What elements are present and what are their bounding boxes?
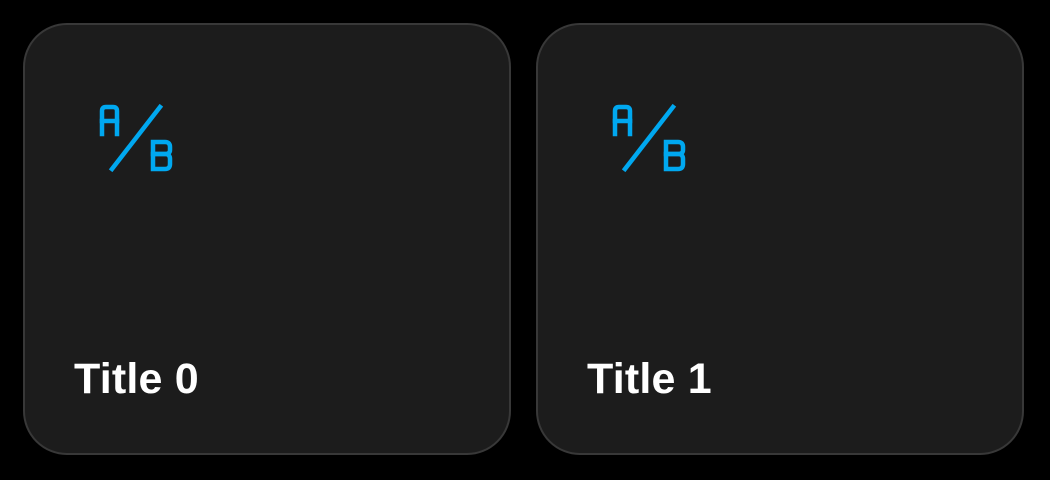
ab-test-icon <box>612 103 686 173</box>
card-title-1[interactable]: Title 1 <box>536 23 1024 455</box>
card-title-0[interactable]: Title 0 <box>23 23 511 455</box>
ab-test-icon <box>99 103 173 173</box>
card-title: Title 1 <box>587 355 712 403</box>
card-title: Title 0 <box>74 355 199 403</box>
card-grid: Title 0 Title 1 <box>0 0 1050 480</box>
